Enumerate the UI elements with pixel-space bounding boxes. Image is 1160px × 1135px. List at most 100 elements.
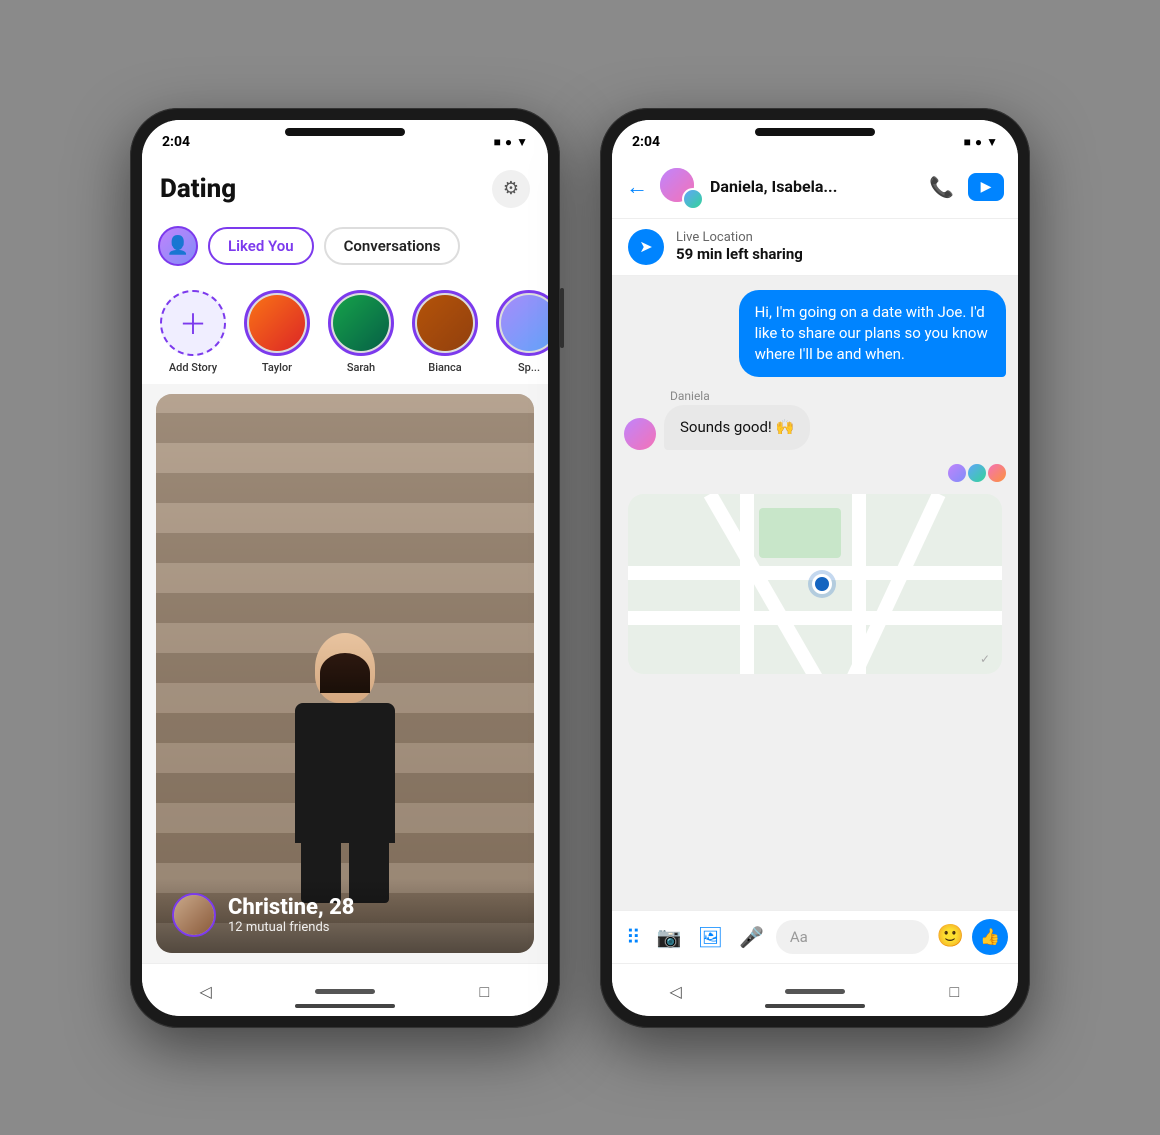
phone-messenger: 2:04 ■ ● ▼ ← Daniela, Isabela... 📞 — [600, 108, 1030, 1028]
phone-dating: 2:04 ■ ● ▼ Dating ⚙ 👤 Liked You Conversa… — [130, 108, 560, 1028]
phone2-notch — [755, 128, 875, 136]
message-input[interactable]: Aa — [776, 920, 929, 954]
story-bianca[interactable]: Bianca — [410, 290, 480, 374]
tab-liked-you[interactable]: Liked You — [208, 227, 314, 265]
status-bar-2: 2:04 ■ ● ▼ — [612, 120, 1018, 156]
tab-conversations[interactable]: Conversations — [324, 227, 461, 265]
dating-header: Dating ⚙ — [142, 156, 548, 218]
header-avatar-group[interactable] — [658, 166, 700, 208]
phone-notch — [285, 128, 405, 136]
video-call-button[interactable]: ▶ — [968, 173, 1004, 201]
tab-avatar[interactable]: 👤 — [158, 226, 198, 266]
camera-icon[interactable]: 📷 — [653, 921, 686, 953]
emoji-button[interactable]: 🙂 — [937, 924, 964, 949]
add-story-circle[interactable]: ＋ — [160, 290, 226, 356]
phone2-screen: 2:04 ■ ● ▼ ← Daniela, Isabela... 📞 — [612, 120, 1018, 1016]
side-button — [560, 288, 564, 348]
back-button[interactable]: ← — [626, 174, 648, 200]
more-label: Sp... — [518, 361, 540, 374]
story-taylor[interactable]: Taylor — [242, 290, 312, 374]
profile-info-overlay: Christine, 28 12 mutual friends — [156, 879, 534, 953]
mini-avatar-img — [174, 895, 214, 935]
person-torso — [295, 703, 395, 843]
nav-recents-2[interactable]: □ — [936, 974, 972, 1010]
more-avatar-inner — [501, 295, 548, 351]
read-receipts — [624, 464, 1006, 482]
status-bar: 2:04 ■ ● ▼ — [142, 120, 548, 156]
status-icons-2: ■ ● ▼ — [964, 135, 998, 149]
road-diag2 — [826, 494, 945, 674]
location-dot — [812, 574, 832, 594]
live-location-sub: 59 min left sharing — [676, 245, 803, 263]
header-actions: 📞 ▶ — [929, 173, 1004, 201]
map-check: ✓ — [980, 652, 990, 666]
status-icons: ■ ● ▼ — [494, 135, 528, 149]
map-park — [759, 508, 841, 558]
sender-label-container: Daniela Sounds good! 🙌 — [624, 389, 1006, 450]
profile-card[interactable]: Christine, 28 12 mutual friends — [156, 394, 534, 953]
receiver-avatar — [624, 418, 656, 450]
sent-bubble: Hi, I'm going on a date with Joe. I'd li… — [739, 290, 1006, 377]
messenger-screen: ← Daniela, Isabela... 📞 ▶ ➤ Live Locatio — [612, 156, 1018, 963]
settings-button[interactable]: ⚙ — [492, 170, 530, 208]
apps-icon[interactable]: ⠿ — [622, 921, 645, 953]
story-more[interactable]: Sp... — [494, 290, 548, 374]
road-v1 — [740, 494, 754, 674]
nav-home-2[interactable] — [785, 989, 845, 994]
nav-home[interactable] — [315, 989, 375, 994]
input-bar: ⠿ 📷 🖼 🎤 Aa 🙂 👍 — [612, 910, 1018, 963]
sarah-label: Sarah — [347, 361, 375, 374]
live-location-bar[interactable]: ➤ Live Location 59 min left sharing — [612, 219, 1018, 276]
mic-icon[interactable]: 🎤 — [735, 921, 768, 953]
add-story-label: Add Story — [169, 361, 217, 374]
profile-name-area: Christine, 28 12 mutual friends — [228, 895, 355, 935]
battery-icon: ■ — [494, 135, 501, 149]
nav-bar-2: ◁ □ — [612, 963, 1018, 1016]
live-location-text: Live Location 59 min left sharing — [676, 230, 803, 263]
receipt-1 — [948, 464, 966, 482]
sarah-avatar[interactable] — [328, 290, 394, 356]
phone-bottom-bar — [295, 1004, 395, 1008]
dating-title: Dating — [160, 174, 236, 204]
header-name[interactable]: Daniela, Isabela... — [710, 177, 919, 196]
bianca-label: Bianca — [428, 361, 461, 374]
sender-label: Daniela — [670, 389, 1006, 403]
location-icon: ➤ — [628, 229, 664, 265]
like-button[interactable]: 👍 — [972, 919, 1008, 955]
road-h2 — [628, 611, 1002, 625]
call-button[interactable]: 📞 — [929, 175, 954, 199]
wifi-icon: ● — [505, 135, 512, 149]
phone2-bottom-bar — [765, 1004, 865, 1008]
story-add[interactable]: ＋ Add Story — [158, 290, 228, 374]
phone-screen: 2:04 ■ ● ▼ Dating ⚙ 👤 Liked You Conversa… — [142, 120, 548, 1016]
map-bubble[interactable]: ✓ — [628, 494, 1002, 674]
taylor-avatar-inner — [249, 295, 305, 351]
person-hair — [320, 653, 370, 693]
nav-recents[interactable]: □ — [466, 974, 502, 1010]
live-location-title: Live Location — [676, 230, 803, 245]
wifi-icon-2: ● — [975, 135, 982, 149]
nav-bar: ◁ □ — [142, 963, 548, 1016]
story-sarah[interactable]: Sarah — [326, 290, 396, 374]
profile-bg — [156, 394, 534, 953]
status-time-2: 2:04 — [632, 134, 660, 150]
person-container — [156, 394, 534, 953]
signal-icon: ▼ — [516, 135, 528, 149]
dating-screen: Dating ⚙ 👤 Liked You Conversations ＋ Add… — [142, 156, 548, 963]
message-received: Sounds good! 🙌 — [624, 405, 1006, 450]
messenger-header: ← Daniela, Isabela... 📞 ▶ — [612, 156, 1018, 219]
more-story-circle[interactable] — [496, 290, 548, 356]
map-message-row: ✓ — [624, 494, 1006, 674]
gallery-icon[interactable]: 🖼 — [694, 921, 727, 953]
received-bubble: Sounds good! 🙌 — [664, 405, 810, 450]
taylor-avatar[interactable] — [244, 290, 310, 356]
person-head — [315, 633, 375, 703]
bianca-avatar[interactable] — [412, 290, 478, 356]
nav-back-2[interactable]: ◁ — [658, 974, 694, 1010]
receipt-2 — [968, 464, 986, 482]
header-avatar-small — [682, 188, 704, 210]
profile-mini-avatar — [172, 893, 216, 937]
receipt-3 — [988, 464, 1006, 482]
nav-back[interactable]: ◁ — [188, 974, 224, 1010]
message-sent: Hi, I'm going on a date with Joe. I'd li… — [624, 290, 1006, 377]
